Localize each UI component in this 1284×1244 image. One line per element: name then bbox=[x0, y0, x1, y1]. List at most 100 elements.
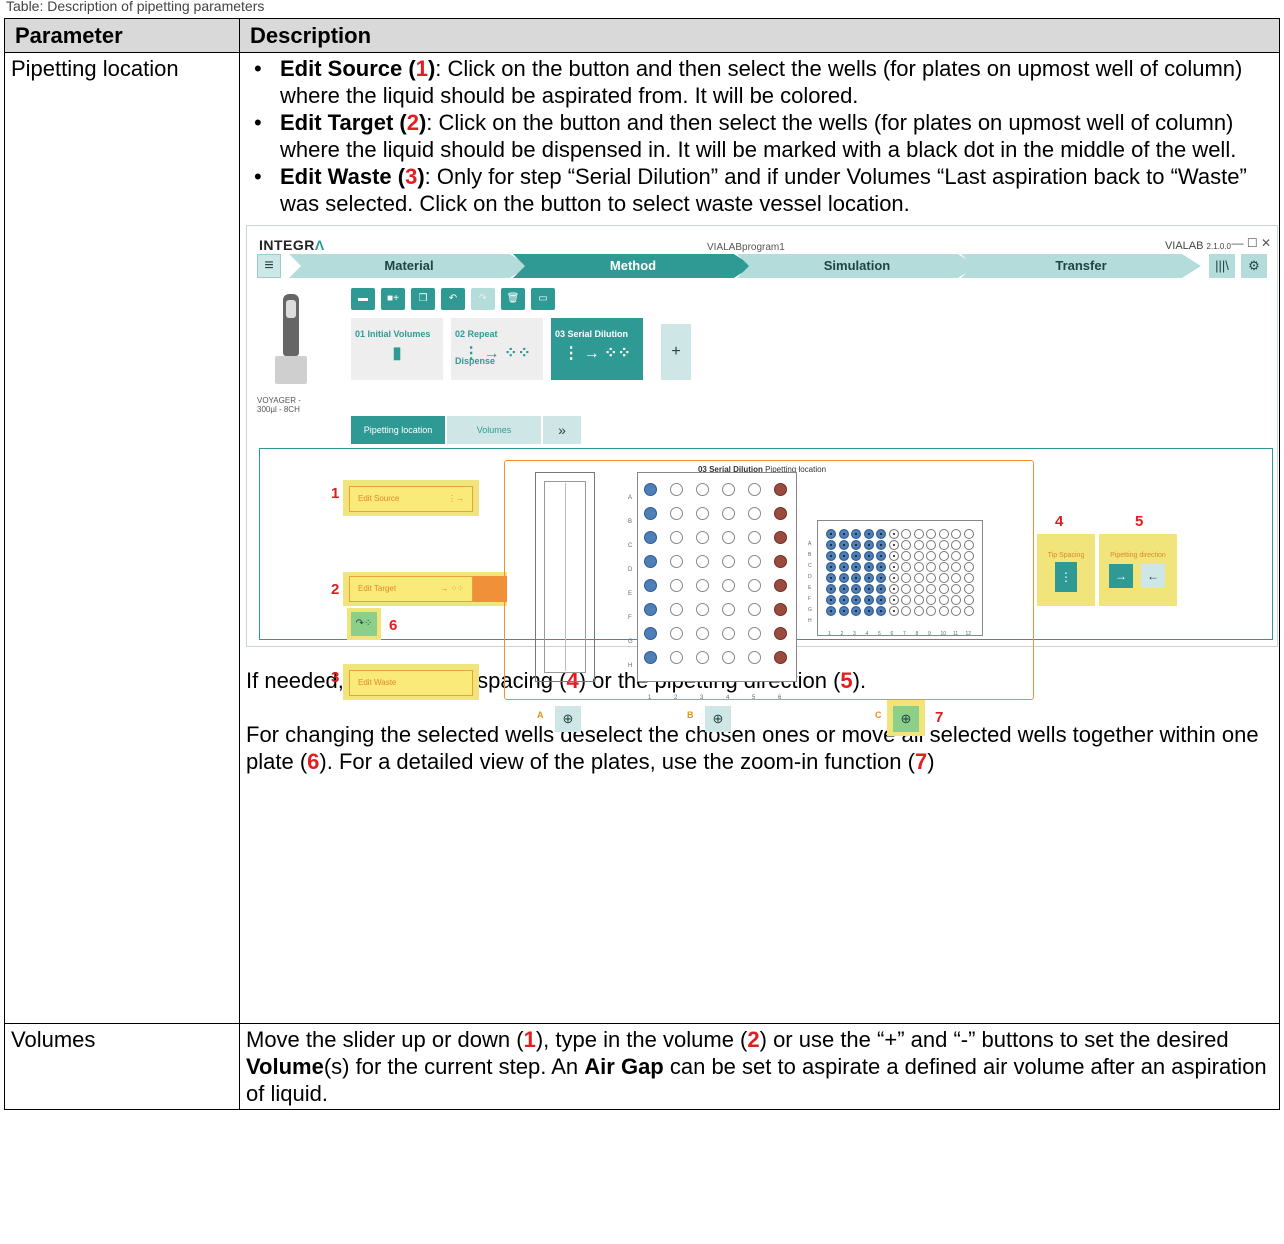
well[interactable] bbox=[774, 555, 787, 568]
well[interactable] bbox=[863, 562, 874, 572]
step-simulation[interactable]: Simulation bbox=[737, 254, 977, 278]
well[interactable] bbox=[888, 540, 899, 550]
well[interactable] bbox=[963, 551, 974, 561]
well[interactable] bbox=[722, 507, 735, 520]
well[interactable] bbox=[826, 595, 836, 605]
well[interactable] bbox=[913, 540, 924, 550]
well[interactable] bbox=[876, 540, 886, 550]
well[interactable] bbox=[938, 540, 949, 550]
well[interactable] bbox=[722, 651, 735, 664]
well[interactable] bbox=[670, 531, 683, 544]
well[interactable] bbox=[838, 595, 849, 605]
well[interactable] bbox=[863, 606, 874, 616]
well[interactable] bbox=[748, 531, 761, 544]
well[interactable] bbox=[926, 595, 936, 605]
well[interactable] bbox=[670, 507, 683, 520]
zoom-a-icon[interactable]: ⊕ bbox=[555, 706, 581, 732]
well[interactable] bbox=[748, 651, 761, 664]
well[interactable] bbox=[876, 529, 886, 539]
well[interactable] bbox=[951, 606, 961, 616]
well[interactable] bbox=[901, 551, 911, 561]
step-method[interactable]: Method bbox=[513, 254, 753, 278]
well[interactable] bbox=[913, 595, 924, 605]
well[interactable] bbox=[838, 584, 849, 594]
well[interactable] bbox=[926, 584, 936, 594]
well[interactable] bbox=[938, 595, 949, 605]
well[interactable] bbox=[913, 562, 924, 572]
well[interactable] bbox=[838, 529, 849, 539]
well[interactable] bbox=[826, 584, 836, 594]
undo-icon[interactable]: ↶ bbox=[441, 288, 465, 310]
well[interactable] bbox=[748, 555, 761, 568]
well[interactable] bbox=[963, 584, 974, 594]
well[interactable] bbox=[963, 540, 974, 550]
well[interactable] bbox=[826, 606, 836, 616]
well[interactable] bbox=[863, 529, 874, 539]
well[interactable] bbox=[913, 573, 924, 583]
copy-icon[interactable]: ❐ bbox=[411, 288, 435, 310]
well[interactable] bbox=[913, 551, 924, 561]
step-card-serial-dilution[interactable]: 03 Serial Dilution ⋮ → ⁘⁘ bbox=[551, 318, 643, 380]
well[interactable] bbox=[863, 573, 874, 583]
well[interactable] bbox=[926, 573, 936, 583]
well[interactable] bbox=[963, 595, 974, 605]
well[interactable] bbox=[963, 529, 974, 539]
zoom-c-icon[interactable]: ⊕ bbox=[893, 706, 919, 732]
well[interactable] bbox=[926, 551, 936, 561]
well[interactable] bbox=[951, 595, 961, 605]
well[interactable] bbox=[938, 551, 949, 561]
well[interactable] bbox=[938, 573, 949, 583]
well[interactable] bbox=[851, 562, 861, 572]
well[interactable] bbox=[926, 606, 936, 616]
well[interactable] bbox=[826, 562, 836, 572]
menu-icon[interactable]: ≡ bbox=[257, 254, 281, 278]
well[interactable] bbox=[774, 651, 787, 664]
delete-icon[interactable]: 🗑 bbox=[501, 288, 525, 310]
edit-waste-button[interactable]: Edit Waste bbox=[349, 670, 473, 696]
well[interactable] bbox=[722, 603, 735, 616]
well[interactable] bbox=[696, 531, 709, 544]
well[interactable] bbox=[696, 507, 709, 520]
well[interactable] bbox=[888, 551, 899, 561]
well[interactable] bbox=[748, 603, 761, 616]
well[interactable] bbox=[644, 651, 657, 664]
well[interactable] bbox=[963, 562, 974, 572]
well[interactable] bbox=[901, 584, 911, 594]
well[interactable] bbox=[722, 555, 735, 568]
well[interactable] bbox=[838, 606, 849, 616]
well[interactable] bbox=[851, 606, 861, 616]
well[interactable] bbox=[888, 584, 899, 594]
well[interactable] bbox=[774, 531, 787, 544]
add-step-icon[interactable]: ■+ bbox=[381, 288, 405, 310]
well[interactable] bbox=[963, 606, 974, 616]
well[interactable] bbox=[888, 529, 899, 539]
well[interactable] bbox=[951, 551, 961, 561]
well[interactable] bbox=[901, 606, 911, 616]
well[interactable] bbox=[938, 529, 949, 539]
well[interactable] bbox=[851, 584, 861, 594]
step-card-initial-volumes[interactable]: 01 Initial Volumes ▮ bbox=[351, 318, 443, 380]
well[interactable] bbox=[722, 627, 735, 640]
well[interactable] bbox=[851, 573, 861, 583]
well[interactable] bbox=[913, 529, 924, 539]
step-material[interactable]: Material bbox=[289, 254, 529, 278]
step-card-repeat-dispense[interactable]: 02 Repeat Dispense ⋮ → ⁘⁘ bbox=[451, 318, 543, 380]
tab-pipetting-location[interactable]: Pipetting location bbox=[351, 416, 445, 444]
well[interactable] bbox=[888, 562, 899, 572]
well[interactable] bbox=[722, 579, 735, 592]
well[interactable] bbox=[670, 555, 683, 568]
well[interactable] bbox=[851, 551, 861, 561]
well[interactable] bbox=[670, 603, 683, 616]
well[interactable] bbox=[876, 573, 886, 583]
well[interactable] bbox=[748, 627, 761, 640]
well[interactable] bbox=[913, 584, 924, 594]
well[interactable] bbox=[901, 540, 911, 550]
well[interactable] bbox=[926, 562, 936, 572]
well[interactable] bbox=[951, 573, 961, 583]
well[interactable] bbox=[644, 627, 657, 640]
move-wells-icon[interactable]: ↷⁘ bbox=[351, 612, 377, 636]
well[interactable] bbox=[748, 579, 761, 592]
library-icon[interactable]: |||\ bbox=[1209, 254, 1235, 278]
well[interactable] bbox=[888, 573, 899, 583]
well[interactable] bbox=[876, 584, 886, 594]
